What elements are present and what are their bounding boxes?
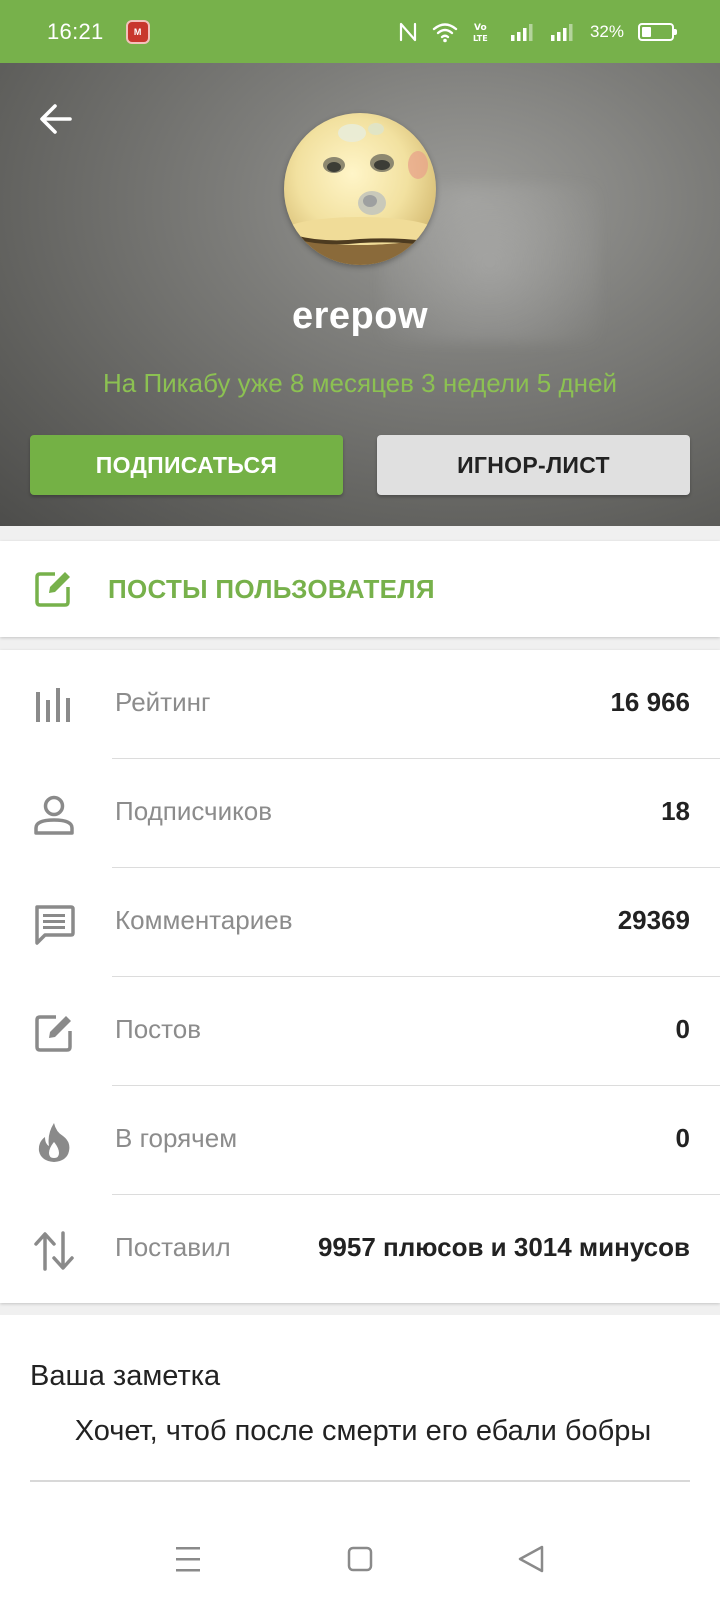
avatar-image	[284, 123, 436, 265]
battery-percent: 32%	[589, 21, 624, 41]
stat-value: 0	[675, 1123, 690, 1153]
flame-icon	[38, 1123, 70, 1162]
stat-value: 29369	[617, 905, 690, 935]
ignore-list-button[interactable]: ИГНОР-ЛИСТ	[377, 435, 690, 495]
battery-level	[642, 26, 651, 37]
stat-label: Рейтинг	[115, 687, 211, 717]
person-icon	[34, 795, 74, 835]
user-note[interactable]: Ваша заметка Хочет, чтоб после смерти ег…	[0, 1315, 720, 1515]
stat-label: Комментариев	[115, 905, 293, 935]
up-down-arrows-icon	[34, 1231, 74, 1271]
edit-icon	[35, 572, 70, 607]
wifi-icon	[432, 22, 458, 42]
note-underline	[30, 1480, 690, 1482]
nfc-icon	[399, 22, 417, 41]
status-bar: 16:21 M Vo LTE 32%	[0, 0, 720, 63]
stat-row-votes: Поставил 9957 плюсов и 3014 минусов	[0, 1195, 720, 1304]
stat-row-posts[interactable]: Постов 0	[0, 977, 720, 1086]
tenure-text: На Пикабу уже 8 месяцев 3 недели 5 дней	[103, 368, 617, 398]
stat-label: В горячем	[115, 1123, 238, 1153]
note-text[interactable]: Хочет, чтоб после смерти его ебали бобры	[0, 1415, 720, 1448]
stat-value: 0	[675, 1014, 690, 1044]
subscribe-button[interactable]: ПОДПИСАТЬСЯ	[30, 435, 343, 495]
avatar[interactable]	[284, 113, 436, 265]
stat-value: 9957 плюсов и 3014 минусов	[317, 1232, 690, 1262]
username: erepow	[291, 295, 429, 337]
stat-value: 16 966	[610, 687, 690, 717]
stat-label: Поставил	[115, 1232, 231, 1262]
stat-label: Подписчиков	[115, 796, 273, 826]
signal-icon	[510, 23, 533, 41]
edit-icon	[35, 1015, 72, 1052]
user-posts-label: ПОСТЫ ПОЛЬЗОВАТЕЛЯ	[108, 573, 435, 604]
status-time: 16:21	[47, 18, 104, 44]
menu-icon[interactable]	[168, 1539, 208, 1579]
home-square-icon[interactable]	[340, 1539, 380, 1579]
back-triangle-icon[interactable]	[512, 1539, 552, 1579]
rating-bars-icon	[36, 688, 70, 722]
note-title: Ваша заметка	[30, 1360, 221, 1392]
comment-icon	[35, 905, 75, 945]
stat-value: 18	[661, 796, 690, 826]
system-nav-bar	[0, 1515, 720, 1600]
battery-icon	[638, 22, 677, 41]
user-posts-link[interactable]: ПОСТЫ ПОЛЬЗОВАТЕЛЯ	[0, 541, 720, 637]
stat-row-hot[interactable]: В горячем 0	[0, 1086, 720, 1195]
stat-row-rating: Рейтинг 16 966	[0, 650, 720, 759]
app-notification-icon: M	[125, 19, 150, 44]
stat-row-subscribers[interactable]: Подписчиков 18	[0, 759, 720, 868]
signal-icon	[550, 23, 573, 41]
svg-text:Vo: Vo	[474, 23, 487, 33]
volte-icon: Vo LTE	[473, 23, 488, 43]
status-icons: Vo LTE 32%	[398, 21, 677, 43]
back-button[interactable]	[36, 99, 76, 139]
stat-label: Постов	[115, 1014, 202, 1044]
profile-header: erepow На Пикабу уже 8 месяцев 3 недели …	[0, 63, 720, 526]
stat-row-comments[interactable]: Комментариев 29369	[0, 868, 720, 977]
svg-text:LTE: LTE	[473, 34, 488, 43]
arrow-left-icon	[40, 104, 72, 134]
stats-list: Рейтинг 16 966 Подписчиков 18 Комментари…	[0, 650, 720, 1303]
